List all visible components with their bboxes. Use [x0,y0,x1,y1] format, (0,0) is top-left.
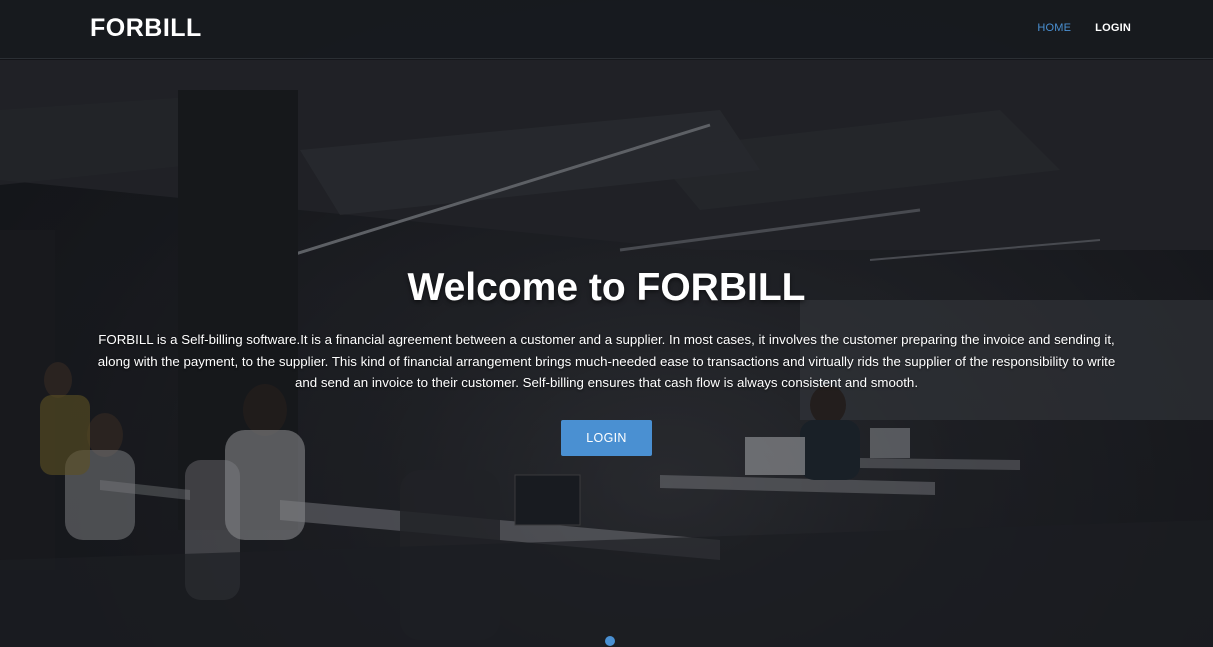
nav-item-login[interactable]: LOGIN [1095,22,1131,34]
top-navbar: FORBILL HOME LOGIN [0,0,1213,59]
brand-logo[interactable]: FORBILL [90,14,202,43]
hero-login-button[interactable]: LOGIN [561,419,652,456]
page: FORBILL HOME LOGIN Welcome to FORBILL FO… [0,0,1213,647]
hero-description: FORBILL is a Self-billing software.It is… [97,332,1116,390]
main-nav: HOME LOGIN [1037,22,1131,34]
hero-section: Welcome to FORBILL FORBILL is a Self-bil… [0,262,1213,456]
scroll-indicator-dot[interactable] [605,636,615,646]
nav-item-home[interactable]: HOME [1037,22,1071,34]
hero-title: Welcome to FORBILL [407,266,806,309]
